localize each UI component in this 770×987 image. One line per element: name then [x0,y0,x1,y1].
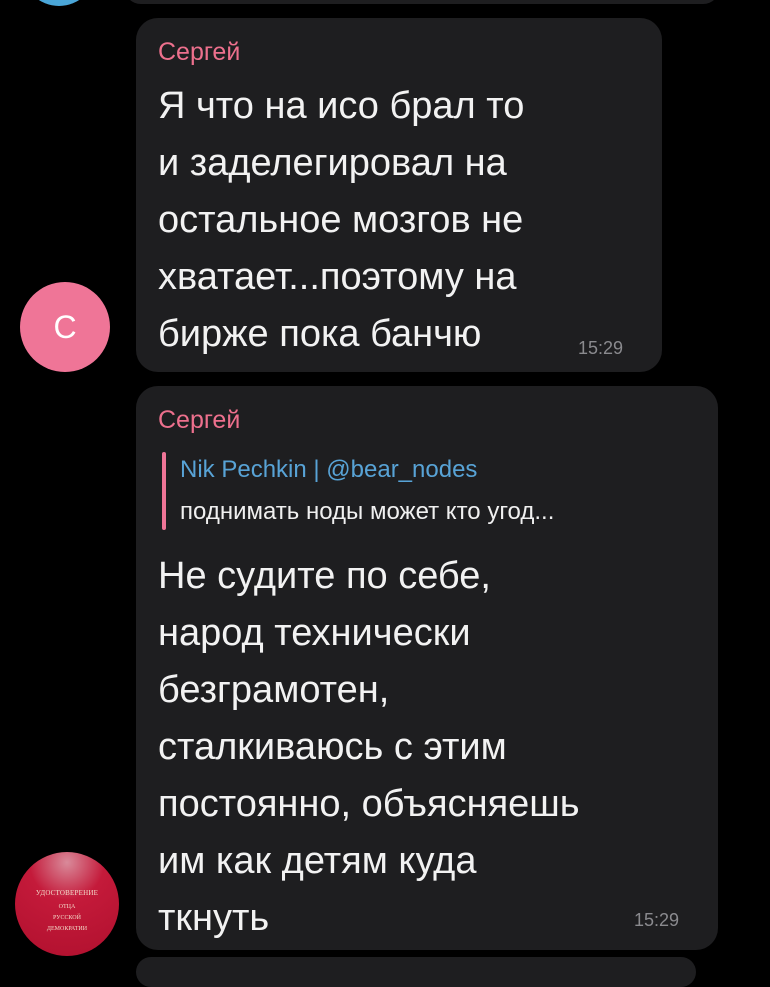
previous-message-bubble[interactable] [124,0,720,4]
message-time: 15:29 [578,338,624,358]
avatar[interactable]: УДОСТОВЕРЕНИЕ ОТЦА РУССКОЙ ДЕМОКРАТИИ [15,852,119,956]
avatar-caption: РУССКОЙ [53,914,81,921]
reply-quote-bar [162,452,166,530]
sender-name[interactable]: Сергей [158,406,240,435]
reply-text: поднимать ноды может кто угод... [180,498,555,525]
avatar-caption: УДОСТОВЕРЕНИЕ [35,888,99,897]
message-bubble[interactable]: Сергей Я что на исо брал то и заделегиро… [136,18,662,372]
avatar-caption: ОТЦА [58,903,76,910]
avatar-letter: С [53,308,77,345]
next-message-bubble[interactable] [136,957,696,987]
message-text: Не судите по себе, народ технически безг… [158,555,580,939]
message-text: Я что на исо брал то и заделегировал на … [158,85,525,355]
sender-name[interactable]: Сергей [158,38,240,67]
avatar-caption: ДЕМОКРАТИИ [46,925,88,932]
previous-avatar[interactable] [22,0,96,6]
reply-author: Nik Pechkin | @bear_nodes [180,456,478,483]
message-time: 15:29 [634,910,680,930]
reply-quote[interactable]: Nik Pechkin | @bear_nodes поднимать ноды… [162,452,707,530]
avatar[interactable]: С [20,282,110,372]
